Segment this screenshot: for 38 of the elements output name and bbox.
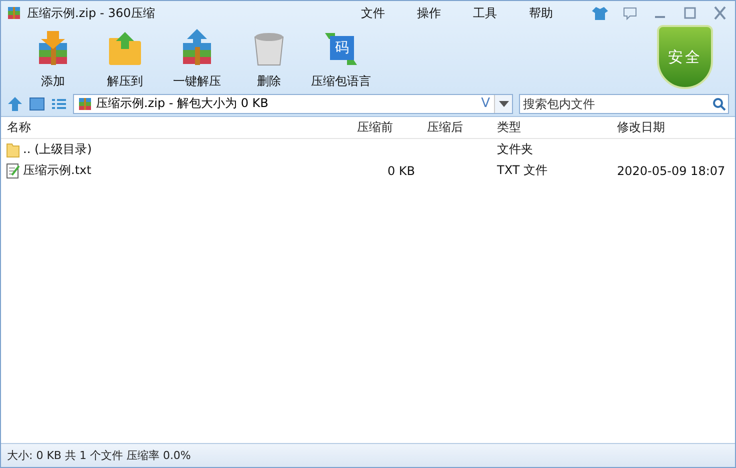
file-name[interactable]: 压缩示例.txt xyxy=(23,162,92,179)
column-header[interactable]: 压缩后 xyxy=(421,119,491,136)
toolbar-button[interactable]: 一键解压 xyxy=(161,25,233,94)
text-file-icon xyxy=(6,162,20,178)
feedback-icon[interactable] xyxy=(621,5,639,21)
window-title: 压缩示例.zip - 360压缩 xyxy=(27,4,156,22)
menu-item[interactable]: 工具 xyxy=(473,4,497,22)
column-header[interactable]: 压缩前 xyxy=(351,119,421,136)
address-field[interactable]: 压缩示例.zip - 解包大小为 0 KB V xyxy=(73,94,513,114)
column-header[interactable]: 修改日期 xyxy=(611,119,735,136)
toolbar-button[interactable]: 删除 xyxy=(233,25,305,94)
table-cell-text: 文件夹 xyxy=(496,141,534,158)
column-header[interactable]: 类型 xyxy=(491,119,611,136)
table-cell-text: 2020-05-09 18:07 xyxy=(616,164,726,178)
verify-mark: V xyxy=(481,96,490,111)
dropdown-button[interactable] xyxy=(494,94,512,112)
search-field[interactable]: 搜索包内文件 xyxy=(519,94,729,114)
up-arrow-icon[interactable] xyxy=(7,96,23,112)
code-glyph-icon: 码 xyxy=(330,36,354,60)
column-header[interactable]: 名称 xyxy=(1,119,351,136)
table-cell-text: 0 KB xyxy=(386,164,416,178)
file-name[interactable]: .. (上级目录) xyxy=(23,141,92,158)
status-text: 大小: 0 KB 共 1 个文件 压缩率 0.0% xyxy=(7,448,191,463)
table-cell-text: TXT 文件 xyxy=(496,162,548,179)
toolbar-button[interactable]: 添加 xyxy=(17,25,89,94)
menu-item[interactable]: 文件 xyxy=(361,4,385,22)
address-text: 压缩示例.zip - 解包大小为 0 KB xyxy=(96,95,270,112)
folder-icon xyxy=(6,142,20,158)
search-icon[interactable] xyxy=(711,96,727,112)
shirt-icon[interactable] xyxy=(591,5,609,21)
archive-icon xyxy=(78,96,92,110)
caret-icon xyxy=(498,100,508,106)
menu-item[interactable]: 操作 xyxy=(417,4,441,22)
thumbnail-view-icon[interactable] xyxy=(29,96,45,112)
menu-item[interactable]: 帮助 xyxy=(529,4,553,22)
toolbar-button[interactable]: 解压到 xyxy=(89,25,161,94)
toolbar-button[interactable]: 码 压缩包语言 xyxy=(305,25,377,94)
archive-icon xyxy=(7,6,21,20)
